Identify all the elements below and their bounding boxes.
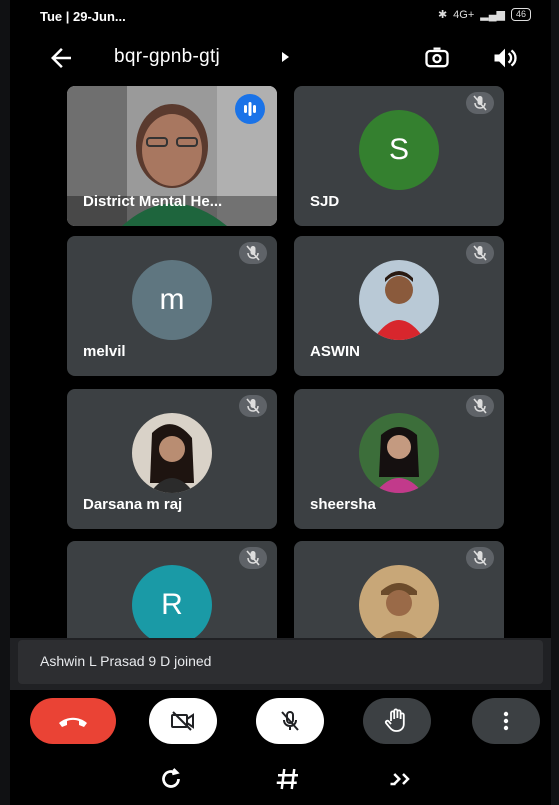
participant-tile[interactable]: District Mental He... <box>67 86 277 226</box>
back-arrow-icon[interactable] <box>46 43 76 73</box>
mic-toggle-button[interactable] <box>256 698 324 744</box>
participant-photo <box>359 565 439 638</box>
participant-tile[interactable]: sheersha <box>294 389 504 529</box>
speaking-indicator-icon <box>235 94 265 124</box>
participant-avatar: S <box>359 110 439 190</box>
camera-toggle-button[interactable] <box>149 698 217 744</box>
participant-tile[interactable]: Darsana m raj <box>67 389 277 529</box>
participant-photo <box>359 260 439 340</box>
caret-right-icon[interactable] <box>282 52 289 62</box>
mic-off-icon <box>239 395 267 417</box>
home-hash-icon[interactable] <box>273 764 303 794</box>
battery-icon: 46 <box>510 8 531 21</box>
call-controls <box>10 690 551 752</box>
participant-tile[interactable]: S SJD <box>294 86 504 226</box>
raise-hand-icon <box>384 708 405 732</box>
bluetooth-icon: ✱ <box>437 9 448 21</box>
network-label: 4G+ <box>453 8 475 21</box>
meet-screen: Tue | 29-Jun... ✱ 4G+ ▂▄▆ 46 bqr-gpnb-gt… <box>10 0 551 805</box>
mic-off-icon <box>281 711 299 731</box>
signal-icon: ▂▄▆ <box>480 9 505 21</box>
switch-camera-icon[interactable] <box>423 44 451 72</box>
participant-name: ASWIN <box>310 343 360 360</box>
participant-photo <box>132 413 212 493</box>
mic-off-icon <box>466 547 494 569</box>
forward-icon[interactable] <box>388 764 418 794</box>
participant-name: District Mental He... <box>83 193 223 210</box>
raise-hand-button[interactable] <box>363 698 431 744</box>
meeting-header: bqr-gpnb-gtj <box>10 30 551 86</box>
meeting-code[interactable]: bqr-gpnb-gtj <box>114 46 220 68</box>
mic-off-icon <box>239 242 267 264</box>
join-notification: Ashwin L Prasad 9 D joined <box>18 640 543 684</box>
mic-off-icon <box>239 547 267 569</box>
participant-name: melvil <box>83 343 126 360</box>
participant-grid: District Mental He... S SJD m melvil ASW… <box>10 86 551 638</box>
rotate-icon[interactable] <box>156 764 186 794</box>
participant-tile[interactable]: R <box>67 541 277 638</box>
participant-tile[interactable]: ASWIN <box>294 236 504 376</box>
participant-avatar: m <box>132 260 212 340</box>
end-call-icon <box>59 717 87 727</box>
more-options-button[interactable] <box>472 698 540 744</box>
system-nav-bar <box>10 752 551 805</box>
status-icons: ✱ 4G+ ▂▄▆ 46 <box>438 8 531 21</box>
join-notification-text: Ashwin L Prasad 9 D joined <box>40 653 212 669</box>
participant-photo <box>359 413 439 493</box>
mic-off-icon <box>466 395 494 417</box>
participant-tile[interactable]: m melvil <box>67 236 277 376</box>
end-call-button[interactable] <box>30 698 116 744</box>
participant-avatar: R <box>132 565 212 638</box>
mic-off-icon <box>466 242 494 264</box>
participant-name: sheersha <box>310 496 376 513</box>
participant-name: SJD <box>310 193 340 210</box>
more-vertical-icon <box>503 711 509 731</box>
participant-tile[interactable] <box>294 541 504 638</box>
status-bar: Tue | 29-Jun... ✱ 4G+ ▂▄▆ 46 <box>10 0 551 30</box>
status-time: Tue | 29-Jun... <box>40 9 126 24</box>
speaker-icon[interactable] <box>491 44 519 72</box>
video-off-icon <box>171 711 194 731</box>
mic-off-icon <box>466 92 494 114</box>
participant-name: Darsana m raj <box>83 496 183 513</box>
